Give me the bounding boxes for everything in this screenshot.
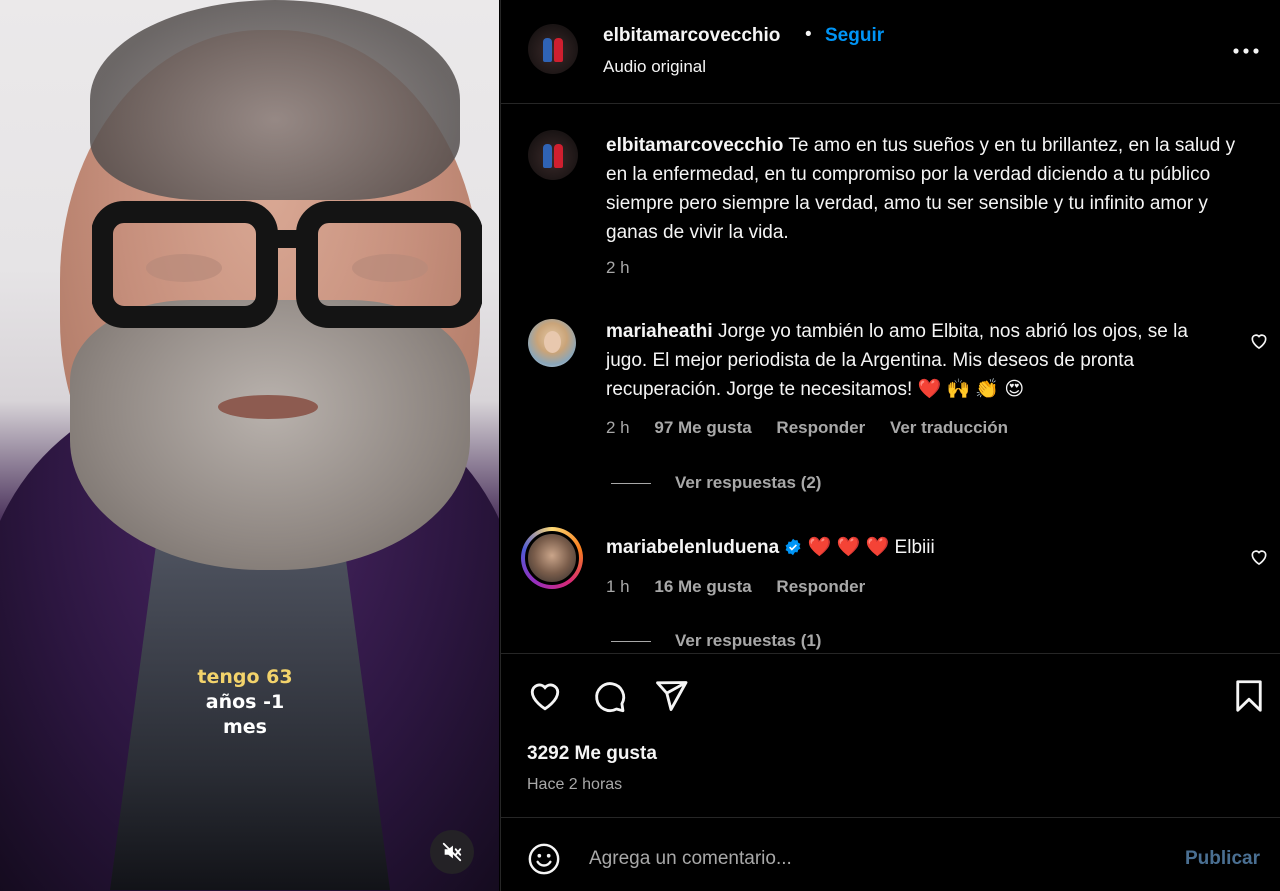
video-caption-line-2: años -1: [205, 691, 285, 713]
view-replies-label: Ver respuestas (1): [675, 631, 822, 650]
emoji-button[interactable]: [527, 842, 561, 876]
post-panel: elbitamarcovecchio • Seguir Audio origin…: [500, 0, 1280, 891]
reply-button[interactable]: Responder: [776, 577, 865, 596]
comment-mariabelenluduena: mariabelenluduena ❤️ ❤️ ❤️ Elbiii: [606, 533, 1246, 562]
paper-plane-icon: [656, 681, 688, 711]
video-caption-line-3: mes: [223, 716, 267, 738]
comment-mariaheathi: mariaheathi Jorge yo también lo amo Elbi…: [606, 317, 1206, 404]
video-person-mouth: [218, 395, 318, 419]
comment-username[interactable]: mariaheathi: [606, 321, 713, 342]
save-button[interactable]: [1231, 678, 1267, 714]
caption-comment: elbitamarcovecchio Te amo en tus sueños …: [606, 131, 1246, 247]
view-replies-button[interactable]: Ver respuestas (1): [611, 631, 821, 651]
comment-time[interactable]: 2 h: [606, 418, 630, 437]
heart-outline-icon: [1251, 550, 1267, 566]
comment-hearts: ❤️ ❤️ ❤️: [807, 537, 890, 558]
comment-meta: 1 h 16 Me gusta Responder: [606, 577, 885, 597]
comment-avatar-mariaheathi[interactable]: [528, 319, 576, 367]
author-username[interactable]: elbitamarcovecchio: [603, 25, 780, 47]
post-header: elbitamarcovecchio • Seguir Audio origin…: [501, 0, 1280, 104]
heart-outline-icon: [530, 683, 560, 711]
more-options-button[interactable]: [1229, 36, 1263, 66]
comment-username[interactable]: mariabelenluduena: [606, 537, 779, 558]
speaker-muted-icon: [442, 842, 462, 862]
likes-count[interactable]: 3292 Me gusta: [527, 743, 657, 765]
reel-video[interactable]: tengo 63 años -1 mes: [0, 0, 499, 891]
verified-badge-icon: [786, 538, 801, 556]
post-actions: 3292 Me gusta Hace 2 horas: [501, 653, 1280, 817]
separator-dot: •: [805, 24, 812, 45]
mute-button[interactable]: [430, 830, 474, 874]
translate-button[interactable]: Ver traducción: [890, 418, 1008, 437]
follow-button[interactable]: Seguir: [825, 25, 884, 47]
view-replies-label: Ver respuestas (2): [675, 473, 822, 492]
speech-bubble-icon: [595, 682, 626, 713]
comments-list[interactable]: elbitamarcovecchio Te amo en tus sueños …: [501, 105, 1280, 653]
bookmark-icon: [1236, 680, 1262, 712]
video-glasses: [92, 201, 482, 328]
caption-author-avatar[interactable]: [528, 130, 578, 180]
like-comment-button[interactable]: [1249, 331, 1269, 351]
view-replies-button[interactable]: Ver respuestas (2): [611, 473, 821, 493]
replies-divider: [611, 640, 651, 642]
share-button[interactable]: [653, 678, 689, 714]
comment-button[interactable]: [591, 678, 627, 714]
reply-button[interactable]: Responder: [776, 418, 865, 437]
comment-text: Elbiii: [894, 537, 935, 558]
video-person-hair: [90, 0, 460, 200]
caption-username[interactable]: elbitamarcovecchio: [606, 135, 783, 156]
author-avatar[interactable]: [528, 24, 578, 74]
comment-likes[interactable]: 97 Me gusta: [654, 418, 751, 437]
publish-button[interactable]: Publicar: [1185, 848, 1260, 870]
post-time[interactable]: Hace 2 horas: [527, 776, 622, 794]
comment-input[interactable]: [589, 844, 1149, 874]
comment-likes[interactable]: 16 Me gusta: [654, 577, 751, 596]
comment-bar: Publicar: [501, 817, 1280, 891]
caption-meta: 2 h: [606, 258, 650, 278]
comment-avatar-mariabelenluduena[interactable]: [525, 531, 579, 585]
video-caption-line-1: tengo 63: [197, 666, 293, 688]
replies-divider: [611, 482, 651, 484]
more-horizontal-icon: [1233, 48, 1259, 54]
heart-outline-icon: [1251, 334, 1267, 350]
comment-emojis: ❤️ 🙌 👏 😍: [917, 379, 1025, 400]
like-button[interactable]: [527, 678, 563, 714]
audio-label[interactable]: Audio original: [603, 57, 706, 77]
comment-meta: 2 h 97 Me gusta Responder Ver traducción: [606, 418, 1028, 438]
video-person-beard: [70, 300, 470, 570]
like-comment-button[interactable]: [1249, 547, 1269, 567]
comment-time[interactable]: 1 h: [606, 577, 630, 596]
caption-time[interactable]: 2 h: [606, 258, 630, 277]
smiley-icon: [528, 843, 560, 875]
